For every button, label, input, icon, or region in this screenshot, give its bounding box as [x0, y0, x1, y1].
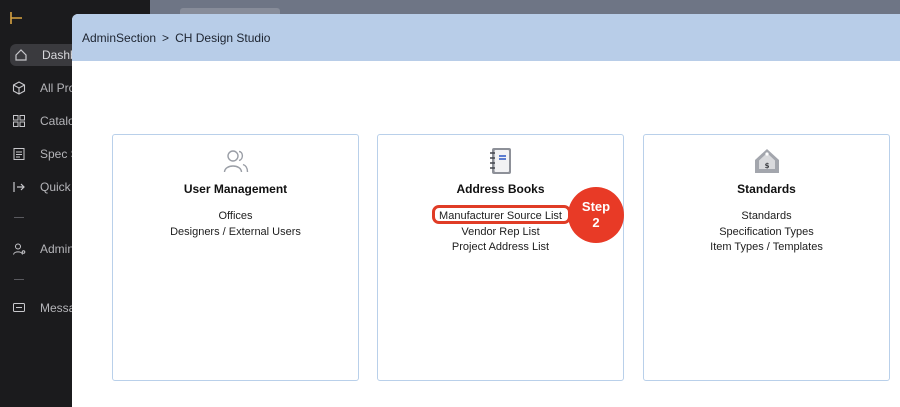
sidebar-item-quick[interactable]: Quick [12, 176, 71, 198]
sidebar-divider [14, 217, 24, 218]
link-specification-types[interactable]: Specification Types [644, 225, 889, 241]
admin-section-modal: AdminSection > CH Design Studio User Man… [72, 14, 900, 407]
cube-icon [12, 81, 26, 95]
highlight-box [432, 205, 571, 224]
logo-icon [10, 12, 22, 24]
card-address-books: Address Books Manufacturer Source List V… [377, 134, 624, 381]
arrow-right-bar-icon [13, 182, 25, 192]
grid-icon [13, 115, 25, 127]
sidebar-item-spec[interactable]: Spec S [12, 143, 79, 165]
link-standards[interactable]: Standards [644, 209, 889, 225]
step-word: Step [581, 199, 611, 214]
sidebar-item-catalog[interactable]: Catalo [12, 110, 75, 132]
user-gear-icon [13, 243, 26, 255]
sidebar-item-label: All Pro [40, 81, 76, 95]
sidebar-item-label: Messa [40, 301, 76, 315]
svg-text:$: $ [764, 162, 769, 170]
sidebar-item-admin[interactable]: Admin [12, 238, 74, 260]
link-offices[interactable]: Offices [113, 209, 358, 225]
document-icon [13, 148, 25, 160]
step-number: 2 [592, 215, 600, 230]
users-icon [223, 150, 248, 173]
card-standards: $ Standards Standards Specification Type… [643, 134, 890, 381]
price-tag-icon: $ [754, 149, 779, 173]
card-title: User Management [183, 182, 288, 196]
link-item-types-templates[interactable]: Item Types / Templates [644, 240, 889, 256]
sidebar-item-label: Catalo [40, 114, 75, 128]
sidebar-item-label: Admin [40, 242, 75, 256]
card-title: Standards [737, 182, 796, 196]
breadcrumb-root[interactable]: AdminSection [82, 31, 156, 45]
background-topbar [150, 0, 900, 14]
breadcrumb: AdminSection > CH Design Studio [72, 14, 900, 61]
card-user-management: User Management Offices Designers / Exte… [112, 134, 359, 381]
sidebar-item-all-projects[interactable]: All Pro [12, 77, 75, 99]
breadcrumb-separator: > [162, 30, 170, 45]
message-icon [13, 303, 25, 312]
sidebar-item-label: Quick [40, 180, 71, 194]
sidebar-divider [14, 279, 24, 280]
breadcrumb-current: CH Design Studio [175, 30, 271, 45]
home-icon [15, 49, 27, 61]
sidebar-item-messages[interactable]: Messa [12, 297, 75, 319]
link-designers-external-users[interactable]: Designers / External Users [113, 225, 358, 241]
notebook-icon [489, 148, 511, 174]
sidebar-item-dashboard[interactable]: Dashb [10, 44, 80, 66]
link-project-address-list[interactable]: Project Address List [378, 240, 623, 256]
step-badge: Step 2 [568, 187, 624, 243]
